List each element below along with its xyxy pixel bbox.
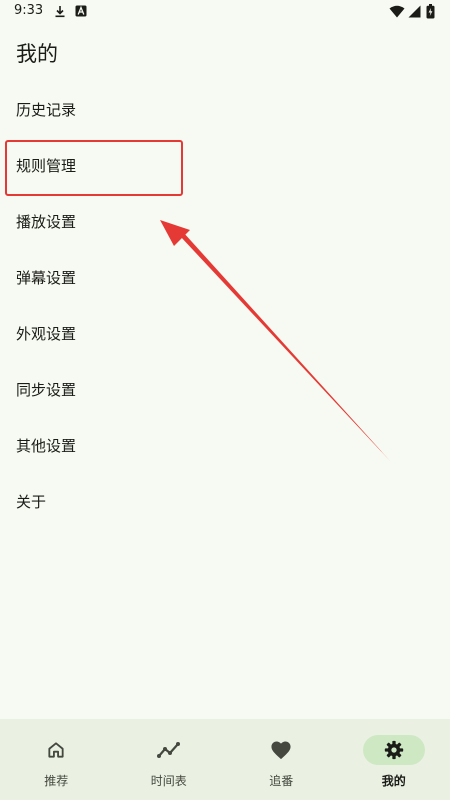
- timeline-icon: [156, 742, 180, 758]
- menu-item-sync-settings[interactable]: 同步设置: [0, 361, 450, 417]
- wifi-icon: [389, 5, 405, 18]
- nav-label: 我的: [381, 774, 406, 788]
- menu-item-danmaku-settings[interactable]: 弹幕设置: [0, 249, 450, 305]
- menu-item-other-settings[interactable]: 其他设置: [0, 417, 450, 473]
- status-time: 9:33: [14, 3, 44, 18]
- cell-signal-icon: [408, 5, 421, 18]
- page-title: 我的: [16, 42, 58, 66]
- status-bar: 9:33: [0, 0, 450, 24]
- heart-icon: [271, 741, 291, 760]
- download-icon: [55, 6, 65, 18]
- battery-icon: [426, 4, 435, 19]
- menu-item-appearance-settings[interactable]: 外观设置: [0, 305, 450, 361]
- nav-icon-wrap: [138, 735, 200, 765]
- nav-item-mine[interactable]: 我的: [338, 719, 450, 800]
- nav-icon-wrap: [250, 735, 312, 765]
- home-icon: [48, 742, 64, 758]
- menu-item-about[interactable]: 关于: [0, 473, 450, 529]
- nav-item-timeline[interactable]: 时间表: [113, 719, 226, 800]
- nav-icon-wrap: [25, 735, 87, 765]
- menu-item-history[interactable]: 历史记录: [0, 81, 450, 137]
- nav-item-recommend[interactable]: 推荐: [0, 719, 113, 800]
- nav-label: 时间表: [150, 774, 187, 788]
- nav-label: 追番: [269, 774, 294, 788]
- menu-item-playback-settings[interactable]: 播放设置: [0, 193, 450, 249]
- annotation-highlight-box: [5, 140, 183, 196]
- nav-label: 推荐: [44, 774, 69, 788]
- bottom-nav: 推荐 时间表 追番 我的: [0, 719, 450, 800]
- gear-icon: [384, 740, 403, 760]
- nav-icon-wrap-active: [362, 735, 425, 765]
- nav-item-following[interactable]: 追番: [225, 719, 338, 800]
- a-badge-icon: [75, 5, 87, 17]
